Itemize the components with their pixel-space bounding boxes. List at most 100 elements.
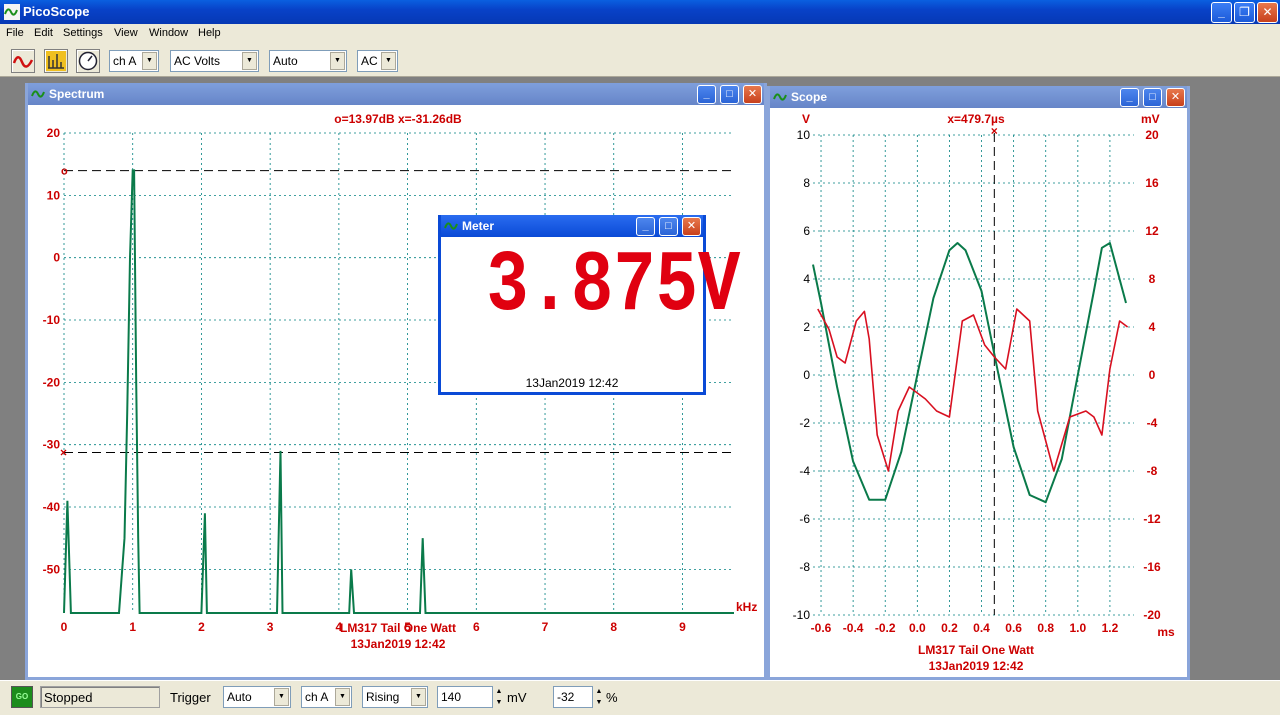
chevron-down-icon[interactable]: ▼: [274, 688, 289, 706]
restore-button[interactable]: ❐: [1234, 2, 1255, 23]
menu-help[interactable]: Help: [198, 27, 221, 39]
minimize-icon: _: [1126, 91, 1133, 103]
meter-timestamp: 13Jan2019 12:42: [525, 376, 619, 390]
menu-window[interactable]: Window: [149, 27, 188, 39]
trigger-channel-select[interactable]: ch A ▼: [301, 686, 352, 708]
chevron-down-icon[interactable]: ▼: [330, 52, 345, 70]
spectrum-minimize-button[interactable]: _: [697, 85, 716, 104]
x-tick-label: 1.0: [1069, 621, 1086, 635]
coupling-select[interactable]: AC ▼: [357, 50, 398, 72]
chevron-down-icon[interactable]: ▼: [335, 688, 350, 706]
maximize-icon: □: [665, 220, 672, 232]
y-tick-label: -50: [43, 562, 61, 576]
x-tick-label: 0.0: [909, 621, 926, 635]
coupling-select-value: AC: [361, 54, 378, 68]
x-unit-label: kHz: [736, 600, 757, 614]
meter-maximize-button[interactable]: □: [659, 217, 678, 236]
x-tick-label: 1: [129, 620, 136, 634]
marker-x-label: ×: [60, 446, 67, 460]
close-button[interactable]: ✕: [1257, 2, 1278, 23]
scope-minimize-button[interactable]: _: [1120, 88, 1139, 107]
spin-up-icon[interactable]: ▲: [594, 686, 604, 697]
scope-view-button[interactable]: [11, 49, 35, 73]
spectrum-close-button[interactable]: ✕: [743, 85, 762, 104]
chevron-down-icon[interactable]: ▼: [142, 52, 157, 70]
left-tick-label: 2: [803, 320, 810, 334]
x-tick-label: 8: [610, 620, 617, 634]
right-unit-label: mV: [1141, 112, 1160, 126]
menu-edit[interactable]: Edit: [34, 27, 53, 39]
y-tick-label: 20: [47, 126, 61, 140]
trigger-level-input[interactable]: 140: [437, 686, 493, 708]
left-tick-label: -8: [799, 560, 810, 574]
range-select[interactable]: Auto ▼: [269, 50, 347, 72]
mode-select-value: AC Volts: [174, 54, 221, 68]
minimize-icon: _: [703, 88, 710, 100]
spectrum-bars-icon: [46, 51, 66, 71]
maximize-icon: □: [1149, 91, 1156, 103]
trigger-edge-select[interactable]: Rising ▼: [362, 686, 428, 708]
channel-select[interactable]: ch A ▼: [109, 50, 159, 72]
spectrum-date: 13Jan2019 12:42: [351, 637, 446, 651]
scope-maximize-button[interactable]: □: [1143, 88, 1162, 107]
channel-a-trace: [812, 242, 1127, 504]
right-tick-label: 0: [1149, 368, 1156, 382]
minimize-button[interactable]: _: [1211, 2, 1232, 23]
trigger-level-spinner[interactable]: ▲ ▼: [494, 686, 504, 708]
chevron-down-icon[interactable]: ▼: [381, 52, 396, 70]
restore-icon: ❐: [1239, 5, 1250, 19]
left-tick-label: -2: [799, 416, 810, 430]
meter-reading: 3.875V: [486, 237, 741, 335]
x-tick-label: 9: [679, 620, 686, 634]
y-tick-label: -20: [43, 375, 61, 389]
spin-up-icon[interactable]: ▲: [494, 686, 504, 697]
right-tick-label: -4: [1147, 416, 1158, 430]
x-tick-label: 0.2: [941, 621, 958, 635]
spectrum-titlebar: Spectrum _ □ ✕: [28, 83, 764, 105]
spectrum-caption: LM317 Tail One Watt: [340, 621, 456, 635]
spectrum-view-button[interactable]: [44, 49, 68, 73]
left-tick-label: 0: [803, 368, 810, 382]
meter-dial-icon: [78, 51, 98, 71]
go-label: GO: [15, 692, 29, 701]
go-button[interactable]: GO: [11, 686, 33, 708]
chevron-down-icon[interactable]: ▼: [411, 688, 426, 706]
trigger-edge-value: Rising: [366, 690, 400, 704]
time-marker-label: ×: [991, 124, 998, 138]
meter-window: Meter _ □ ✕ 3.875V 13Jan2019 12:42: [438, 215, 741, 395]
trigger-mode-value: Auto: [227, 690, 252, 704]
scope-date: 13Jan2019 12:42: [929, 659, 1024, 673]
scope-plot[interactable]: VmVx=479.7µs1086420-2-4-6-8-10201612840-…: [770, 108, 1187, 680]
meter-minimize-button[interactable]: _: [636, 217, 655, 236]
pretrigger-spinner[interactable]: ▲ ▼: [594, 686, 604, 708]
scope-close-button[interactable]: ✕: [1166, 88, 1185, 107]
right-tick-label: -20: [1143, 608, 1161, 622]
spectrum-maximize-button[interactable]: □: [720, 85, 739, 104]
scope-caption: LM317 Tail One Watt: [918, 643, 1034, 657]
toolbar: ch A ▼ AC Volts ▼ Auto ▼ AC ▼: [0, 44, 1280, 77]
menu-settings[interactable]: Settings: [63, 27, 103, 39]
menu-view[interactable]: View: [114, 27, 138, 39]
y-tick-label: -40: [43, 500, 61, 514]
menu-file[interactable]: File: [6, 27, 24, 39]
meter-close-button[interactable]: ✕: [682, 217, 701, 236]
spectrum-title: Spectrum: [49, 87, 105, 101]
right-tick-label: 12: [1145, 224, 1159, 238]
x-tick-label: 1.2: [1102, 621, 1119, 635]
minimize-icon: _: [1218, 5, 1225, 19]
left-tick-label: -4: [799, 464, 810, 478]
status-bar: GO Stopped Trigger Auto ▼ ch A ▼ Rising …: [0, 680, 1280, 715]
mode-select[interactable]: AC Volts ▼: [170, 50, 259, 72]
left-tick-label: -10: [793, 608, 811, 622]
spin-down-icon[interactable]: ▼: [594, 697, 604, 708]
meter-view-button[interactable]: [76, 49, 100, 73]
spin-down-icon[interactable]: ▼: [494, 697, 504, 708]
scope-window: Scope _ □ ✕ VmV x=479.7µs 10 8 6 4 2 0 -2 -4 -6 -8-…: [767, 86, 1190, 680]
range-select-value: Auto: [273, 54, 298, 68]
chevron-down-icon[interactable]: ▼: [242, 52, 257, 70]
trigger-mode-select[interactable]: Auto ▼: [223, 686, 291, 708]
right-tick-label: -8: [1147, 464, 1158, 478]
status-text: Stopped: [40, 686, 160, 708]
left-tick-label: 6: [803, 224, 810, 238]
pretrigger-input[interactable]: -32: [553, 686, 593, 708]
